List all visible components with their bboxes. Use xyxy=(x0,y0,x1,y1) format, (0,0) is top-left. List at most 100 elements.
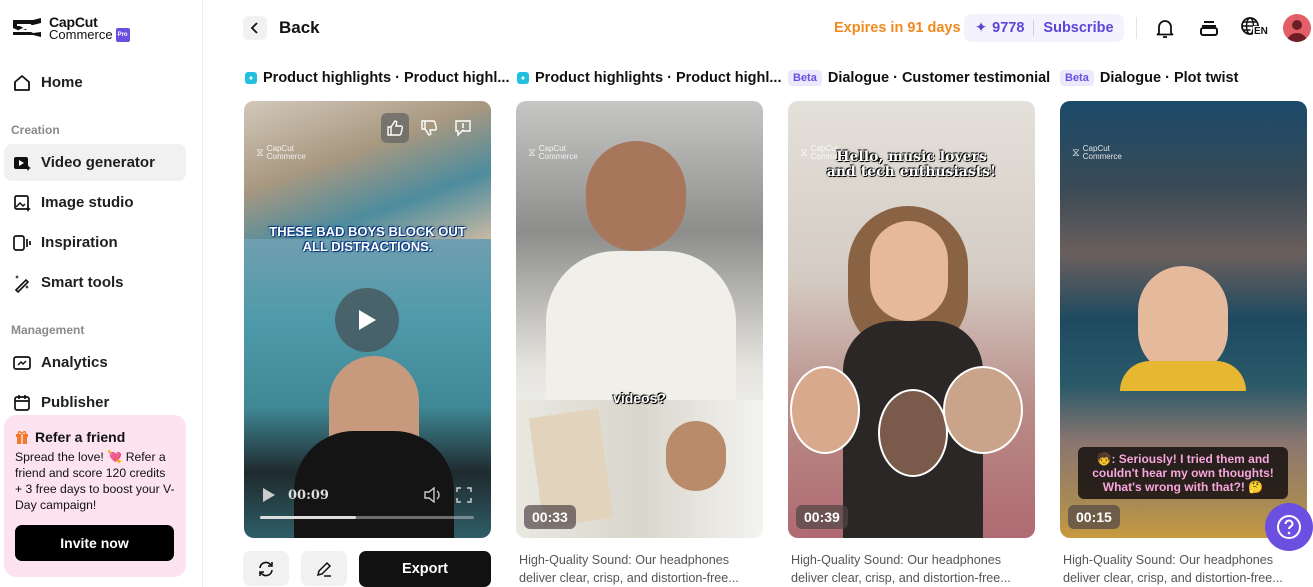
video-thumbnail[interactable]: ⧖ CapCut Commerce 🧒: Seriously! I tried th… xyxy=(1060,101,1307,538)
report-button[interactable] xyxy=(449,113,477,143)
watermark: ⧖ CapCut Commerce xyxy=(256,144,306,161)
video-caption: videos? xyxy=(613,390,666,406)
bell-icon[interactable] xyxy=(1153,16,1177,40)
regenerate-button[interactable] xyxy=(243,551,289,586)
user-avatar[interactable] xyxy=(1283,14,1311,42)
home-icon xyxy=(14,74,30,91)
back-label[interactable]: Back xyxy=(279,18,320,38)
export-button[interactable]: Export xyxy=(359,551,491,587)
watermark: ⧖ CapCut Commerce xyxy=(528,144,578,161)
video-player[interactable]: ⧖ CapCut Commerce THESE BAD BOYS BLOCK OUT… xyxy=(244,101,491,538)
language-code: EN xyxy=(1253,26,1269,37)
card-description: High-Quality Sound: Our headphones deliv… xyxy=(519,553,739,585)
card-title: Product highlights · Product highl... xyxy=(517,70,781,86)
image-spark-icon xyxy=(14,194,31,212)
pro-badge: Pro xyxy=(115,28,130,42)
feedback-toolbar xyxy=(381,113,477,145)
video-spark-icon xyxy=(14,156,31,171)
player-time: 00:09 xyxy=(288,487,329,503)
analytics-icon xyxy=(13,355,31,370)
video-thumbnail[interactable]: ⧖ CapCut Commerce Hello, music lovers and … xyxy=(788,101,1035,538)
chevron-left-icon xyxy=(250,22,258,34)
progress-track[interactable] xyxy=(260,516,474,519)
video-thumbnail[interactable]: ⧖ CapCut Commerce videos? 00:33 xyxy=(516,101,763,538)
thumbs-up-button[interactable] xyxy=(381,113,409,143)
sidebar-item-smart-tools[interactable]: Smart tools xyxy=(4,264,186,301)
sidebar-item-video-generator[interactable]: Video generator xyxy=(4,144,186,181)
sidebar-item-inspiration[interactable]: Inspiration xyxy=(4,224,186,261)
product-highlights-icon xyxy=(245,72,257,84)
sparkle-icon: ✦ xyxy=(975,20,988,36)
back-button[interactable] xyxy=(243,16,267,40)
person-shirt xyxy=(1120,361,1246,391)
expiry-notice: Expires in 91 days xyxy=(834,20,961,36)
thumbs-down-icon xyxy=(421,120,438,136)
help-button[interactable] xyxy=(1265,503,1313,551)
play-small-icon[interactable] xyxy=(262,487,276,503)
duration-badge: 00:39 xyxy=(796,505,848,529)
card-title: Beta Dialogue · Customer testimonial xyxy=(788,70,1050,86)
section-creation: Creation xyxy=(11,123,60,137)
fullscreen-icon[interactable] xyxy=(456,487,472,503)
credits-count: 9778 xyxy=(992,20,1025,36)
card-title-text: Dialogue · Customer testimonial xyxy=(827,70,1051,86)
avatar-bubble xyxy=(790,366,860,454)
brand-subtitle: Commerce xyxy=(49,27,113,42)
edit-button[interactable] xyxy=(301,551,347,586)
sidebar-item-label: Video generator xyxy=(41,154,155,171)
sidebar: CapCut Commerce Pro Home Creation Video g… xyxy=(0,0,203,587)
card-title-text: Dialogue · Plot twist xyxy=(1099,70,1239,86)
header-divider xyxy=(1136,17,1137,39)
gift-icon xyxy=(16,431,28,444)
product-highlights-icon xyxy=(517,72,529,84)
card-title: Beta Dialogue · Plot twist xyxy=(1060,70,1238,86)
card-title-text: Product highlights · Product highl... xyxy=(263,70,510,86)
refer-title: Refer a friend xyxy=(35,429,126,445)
avatar-bubble xyxy=(878,389,948,477)
beta-badge: Beta xyxy=(1060,70,1094,86)
sidebar-item-label: Inspiration xyxy=(41,234,118,251)
sidebar-item-image-studio[interactable]: Image studio xyxy=(4,184,186,221)
person-face xyxy=(870,221,948,321)
sidebar-item-label: Analytics xyxy=(41,354,108,371)
user-avatar-icon xyxy=(1287,20,1307,42)
card-title: Product highlights · Product highl... xyxy=(245,70,509,86)
video-caption: THESE BAD BOYS BLOCK OUT ALL DISTRACTION… xyxy=(269,224,466,254)
sidebar-item-label: Smart tools xyxy=(41,274,124,291)
dialogue-caption: 🧒: Seriously! I tried them and couldn't … xyxy=(1078,447,1288,499)
play-icon xyxy=(359,310,376,330)
section-management: Management xyxy=(11,323,85,337)
volume-icon[interactable] xyxy=(424,487,442,503)
calendar-icon xyxy=(14,394,30,411)
avatar-bubble xyxy=(943,366,1023,454)
capcut-commerce-logo[interactable]: CapCut Commerce Pro xyxy=(11,15,130,42)
player-controls: 00:09 xyxy=(262,487,329,503)
beta-badge: Beta xyxy=(788,70,822,86)
divider xyxy=(1033,20,1035,36)
watermark: ⧖ CapCut Commerce xyxy=(1072,144,1122,161)
invite-now-button[interactable]: Invite now xyxy=(15,525,174,561)
video-caption: Hello, music lovers and tech enthusiasts… xyxy=(826,149,997,180)
person-robe xyxy=(546,251,736,401)
orders-icon[interactable] xyxy=(1197,16,1221,40)
duration-badge: 00:33 xyxy=(524,505,576,529)
presenter-shirt xyxy=(294,431,454,538)
reader-face xyxy=(666,421,726,491)
person-face xyxy=(1138,266,1228,376)
progress-fill xyxy=(260,516,357,519)
language-selector[interactable]: EN xyxy=(1240,16,1272,40)
sidebar-item-analytics[interactable]: Analytics xyxy=(4,344,186,381)
play-button[interactable] xyxy=(335,288,399,352)
sidebar-item-home[interactable]: Home xyxy=(4,64,186,101)
duration-badge: 00:15 xyxy=(1068,505,1120,529)
thumbs-up-icon xyxy=(387,120,404,136)
person-face xyxy=(586,141,686,251)
pencil-icon xyxy=(316,561,332,577)
credits-panel: ✦ 9778 Subscribe xyxy=(964,14,1124,42)
refresh-icon xyxy=(259,561,273,576)
refer-a-friend-card: Refer a friend Spread the love! 💘 Refer … xyxy=(4,415,186,577)
sidebar-item-label: Image studio xyxy=(41,194,134,211)
refer-description: Spread the love! 💘 Refer a friend and sc… xyxy=(15,450,175,512)
thumbs-down-button[interactable] xyxy=(415,113,443,143)
subscribe-link[interactable]: Subscribe xyxy=(1043,20,1113,36)
